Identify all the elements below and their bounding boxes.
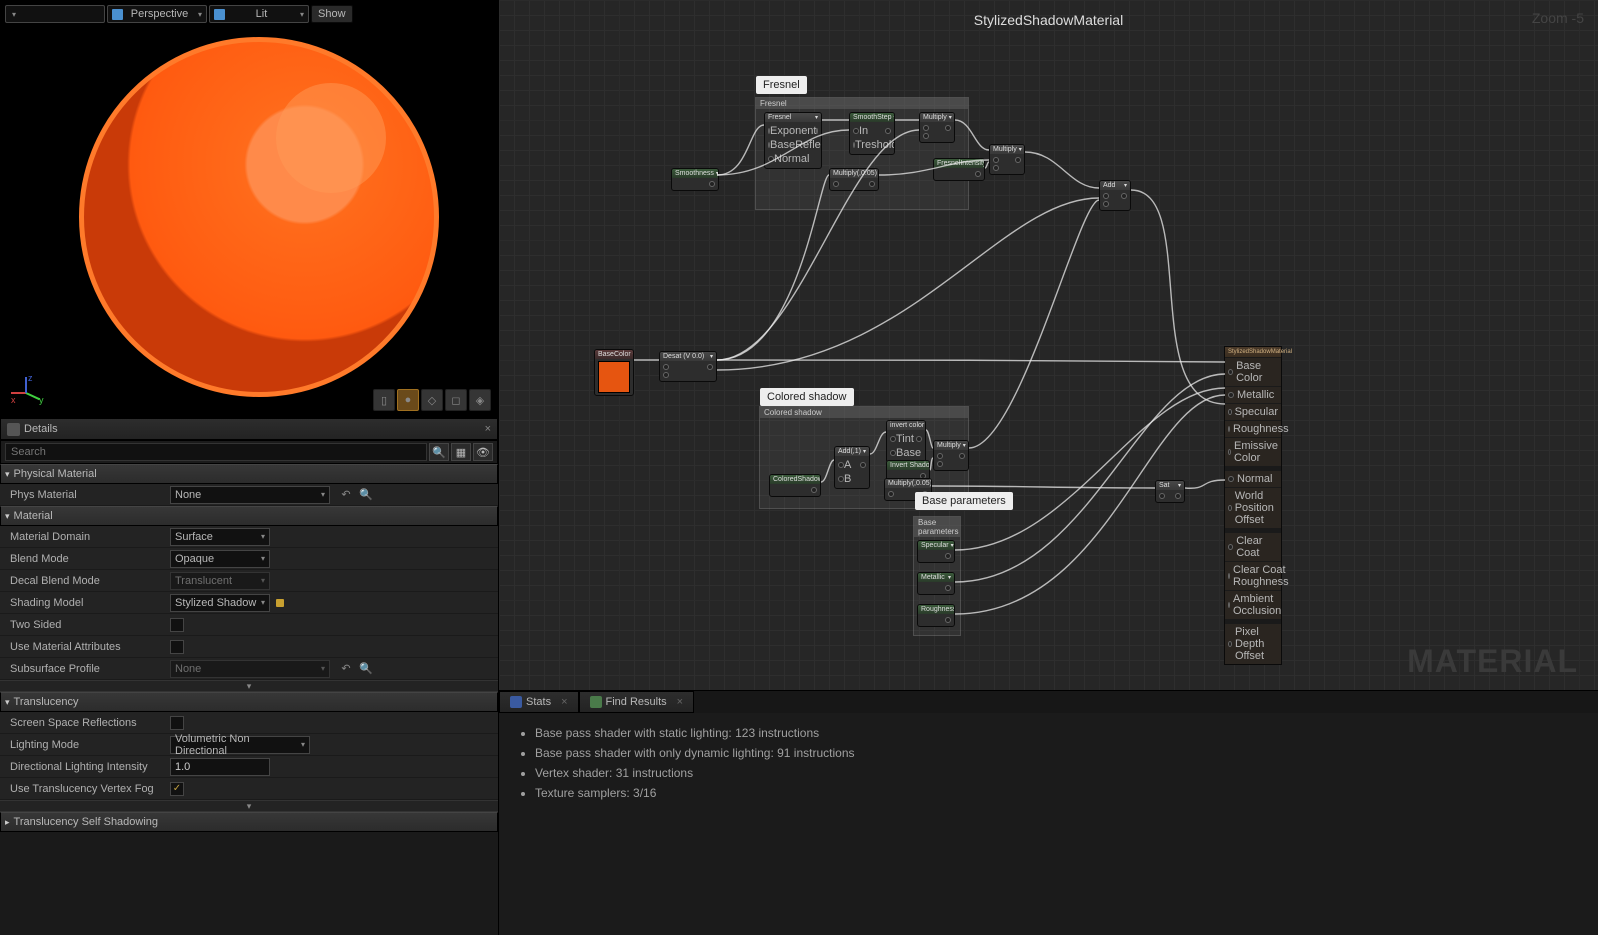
details-title: Details: [24, 423, 58, 435]
two-sided-checkbox[interactable]: [170, 618, 184, 632]
node-fresnel-intensity[interactable]: FresnelIntensity: [933, 158, 985, 181]
search-submit-button[interactable]: 🔍: [429, 443, 449, 461]
details-search-input[interactable]: [5, 443, 427, 461]
lit-dropdown[interactable]: Lit: [209, 5, 309, 23]
viewport-menu-button[interactable]: [5, 5, 105, 23]
modified-marker-icon: [276, 599, 284, 607]
tooltip-base-params: Base parameters: [915, 492, 1013, 510]
ssr-checkbox[interactable]: [170, 716, 184, 730]
section-material[interactable]: Material: [0, 506, 498, 526]
use-material-attributes-checkbox[interactable]: [170, 640, 184, 654]
details-search-row: 🔍 ▦ 👁: [0, 440, 498, 464]
tooltip-fresnel: Fresnel: [756, 76, 807, 94]
stat-line: Base pass shader with only dynamic light…: [535, 743, 1580, 763]
material-expand-button[interactable]: [0, 680, 498, 692]
section-physical-material[interactable]: Physical Material: [0, 464, 498, 484]
prop-phys-material: Phys Material None ↶🔍: [0, 484, 498, 506]
stats-tab[interactable]: Stats×: [499, 691, 579, 713]
blend-mode-dropdown[interactable]: Opaque: [170, 550, 270, 568]
decal-blend-mode-dropdown: Translucent: [170, 572, 270, 590]
node-multiply3[interactable]: Multiply: [933, 440, 969, 471]
node-sat[interactable]: Sat: [1155, 480, 1185, 503]
tooltip-colored-shadow: Colored shadow: [760, 388, 854, 406]
color-swatch[interactable]: [598, 361, 630, 393]
property-matrix-button[interactable]: ▦: [451, 443, 471, 461]
node-fresnel[interactable]: Fresnel Exponent BaseReflectFraction Nor…: [764, 112, 822, 169]
node-multiply[interactable]: Multiply: [919, 112, 955, 143]
perspective-dropdown[interactable]: Perspective: [107, 5, 207, 23]
stat-line: Base pass shader with static lighting: 1…: [535, 723, 1580, 743]
phys-material-browse-button[interactable]: 🔍: [358, 487, 374, 503]
node-multiply-a[interactable]: Multiply(,0.05): [829, 168, 879, 191]
stat-line: Texture samplers: 3/16: [535, 783, 1580, 803]
node-smoothstep[interactable]: SmoothStep InTreshold: [849, 112, 895, 155]
node-colored-shadow-param[interactable]: ColoredShadow: [769, 474, 821, 497]
stats-close-button[interactable]: ×: [561, 696, 567, 708]
material-graph[interactable]: StylizedShadowMaterial Zoom -5 MATERIAL …: [499, 0, 1598, 690]
details-close-button[interactable]: ×: [485, 423, 491, 435]
preview-highlight: [276, 83, 386, 193]
shape-plane-button[interactable]: ◇: [421, 389, 443, 411]
show-button[interactable]: Show: [311, 5, 353, 23]
material-preview-viewport[interactable]: Perspective Lit Show x y z ▯ ● ◇ ◻ ◈: [0, 0, 498, 418]
node-roughness[interactable]: Roughness: [917, 604, 955, 627]
perspective-label: Perspective: [131, 8, 188, 20]
phys-material-dropdown[interactable]: None: [170, 486, 330, 504]
stats-panel: Base pass shader with static lighting: 1…: [499, 713, 1598, 813]
node-add-l[interactable]: Add(,1) AB: [834, 446, 870, 489]
node-specular[interactable]: Specular: [917, 540, 955, 563]
shape-mesh-button[interactable]: ◈: [469, 389, 491, 411]
preview-shape-row: ▯ ● ◇ ◻ ◈: [373, 389, 491, 411]
subsurface-profile-dropdown: None: [170, 660, 330, 678]
shape-sphere-button[interactable]: ●: [397, 389, 419, 411]
shading-model-dropdown[interactable]: Stylized Shadow: [170, 594, 270, 612]
subsurface-browse-button[interactable]: 🔍: [358, 661, 374, 677]
preview-sphere: [79, 37, 439, 397]
viewport-toolbar: Perspective Lit Show: [5, 5, 353, 23]
bottom-tabs: Stats× Find Results×: [499, 691, 1598, 713]
phys-material-revert-button[interactable]: ↶: [338, 487, 354, 503]
find-results-tab[interactable]: Find Results×: [579, 691, 695, 713]
view-options-button[interactable]: 👁: [473, 443, 493, 461]
details-icon: [7, 423, 20, 436]
node-desat[interactable]: Desat (V 0.0): [659, 351, 717, 382]
details-tab[interactable]: Details ×: [0, 418, 498, 440]
section-translucency[interactable]: Translucency: [0, 692, 498, 712]
output-node[interactable]: StylizedShadowMaterial Base Color Metall…: [1224, 346, 1282, 665]
node-basecolor[interactable]: BaseColor: [594, 349, 634, 396]
material-watermark: MATERIAL: [1407, 643, 1578, 680]
stats-icon: [510, 696, 522, 708]
node-metallic[interactable]: Metallic: [917, 572, 955, 595]
vertex-fog-checkbox[interactable]: [170, 782, 184, 796]
translucency-expand-button[interactable]: [0, 800, 498, 812]
search-icon: 🔍: [432, 446, 446, 459]
section-translucency-self-shadowing[interactable]: Translucency Self Shadowing: [0, 812, 498, 832]
shape-cube-button[interactable]: ◻: [445, 389, 467, 411]
find-close-button[interactable]: ×: [677, 696, 683, 708]
directional-intensity-input[interactable]: [170, 758, 270, 776]
node-add[interactable]: Add: [1099, 180, 1131, 211]
find-icon: [590, 696, 602, 708]
zoom-level: Zoom -5: [1532, 10, 1584, 26]
lit-icon: [214, 9, 225, 20]
bottom-panel: Stats× Find Results× Base pass shader wi…: [499, 690, 1598, 935]
axis-gizmo: x y z: [11, 377, 41, 407]
node-invert-color[interactable]: invert color TintBase: [886, 420, 926, 463]
eye-icon: 👁: [476, 446, 490, 459]
connection-wires: [499, 0, 1598, 690]
lighting-mode-dropdown[interactable]: Volumetric Non Directional: [170, 736, 310, 754]
graph-title: StylizedShadowMaterial: [974, 12, 1123, 28]
stat-line: Vertex shader: 31 instructions: [535, 763, 1580, 783]
subsurface-revert-button[interactable]: ↶: [338, 661, 354, 677]
perspective-icon: [112, 9, 123, 20]
shape-cylinder-button[interactable]: ▯: [373, 389, 395, 411]
node-multiply2[interactable]: Multiply: [989, 144, 1025, 175]
material-domain-dropdown[interactable]: Surface: [170, 528, 270, 546]
node-smoothness[interactable]: Smoothness: [671, 168, 719, 191]
grid-icon: ▦: [456, 446, 466, 459]
lit-label: Lit: [256, 8, 268, 20]
show-label: Show: [318, 8, 346, 20]
